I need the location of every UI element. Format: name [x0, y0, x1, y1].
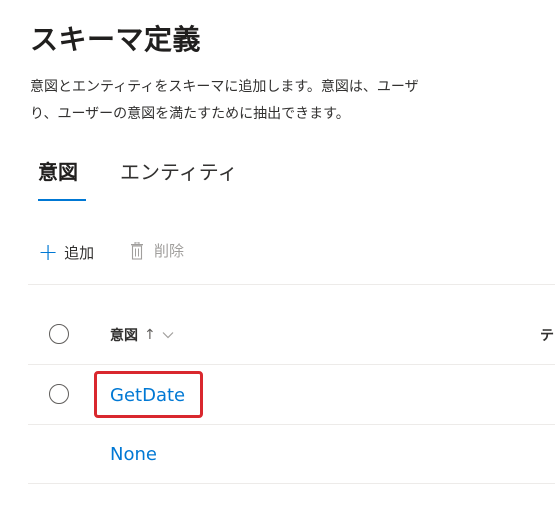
chevron-down-icon[interactable] [162, 331, 174, 339]
tab-entities[interactable]: エンティティ [120, 156, 238, 185]
intent-link-none[interactable]: None [110, 444, 157, 465]
delete-button-label: 削除 [154, 242, 185, 260]
highlight-box [94, 371, 203, 418]
selected-tab-indicator [38, 199, 86, 201]
sort-ascending-icon: ↑ [144, 327, 156, 343]
toolbar-divider [28, 284, 555, 285]
page-title: スキーマ定義 [30, 23, 202, 56]
tab-intents-label: 意図 [38, 160, 78, 184]
add-button-label: 追加 [64, 243, 95, 262]
table-row[interactable]: None [28, 425, 555, 484]
column-header-second[interactable]: テ [540, 325, 554, 345]
page-description: 意図とエンティティをスキーマに追加します。意図は、ユーザ り、ユーザーの意図を満… [30, 74, 555, 128]
trash-icon [130, 241, 144, 260]
column-header-intent-label: 意図 [110, 328, 138, 344]
row-select-radio[interactable] [49, 384, 69, 404]
select-all-radio[interactable] [49, 324, 69, 344]
description-line: り、ユーザーの意図を満たすために抽出できます。 [30, 106, 350, 122]
tab-intents[interactable]: 意図 [38, 156, 86, 201]
tab-entities-label: エンティティ [120, 160, 238, 184]
schema-definition-page: スキーマ定義 意図とエンティティをスキーマに追加します。意図は、ユーザ り、ユー… [0, 0, 555, 530]
add-button[interactable]: + 追加 [38, 240, 94, 264]
table-header: 意図 ↑ テ [28, 306, 555, 365]
column-header-intent[interactable]: 意図 ↑ [110, 325, 174, 345]
delete-button[interactable]: 削除 [130, 240, 184, 261]
description-line: 意図とエンティティをスキーマに追加します。意図は、ユーザ [30, 79, 419, 95]
plus-icon: + [38, 238, 59, 266]
